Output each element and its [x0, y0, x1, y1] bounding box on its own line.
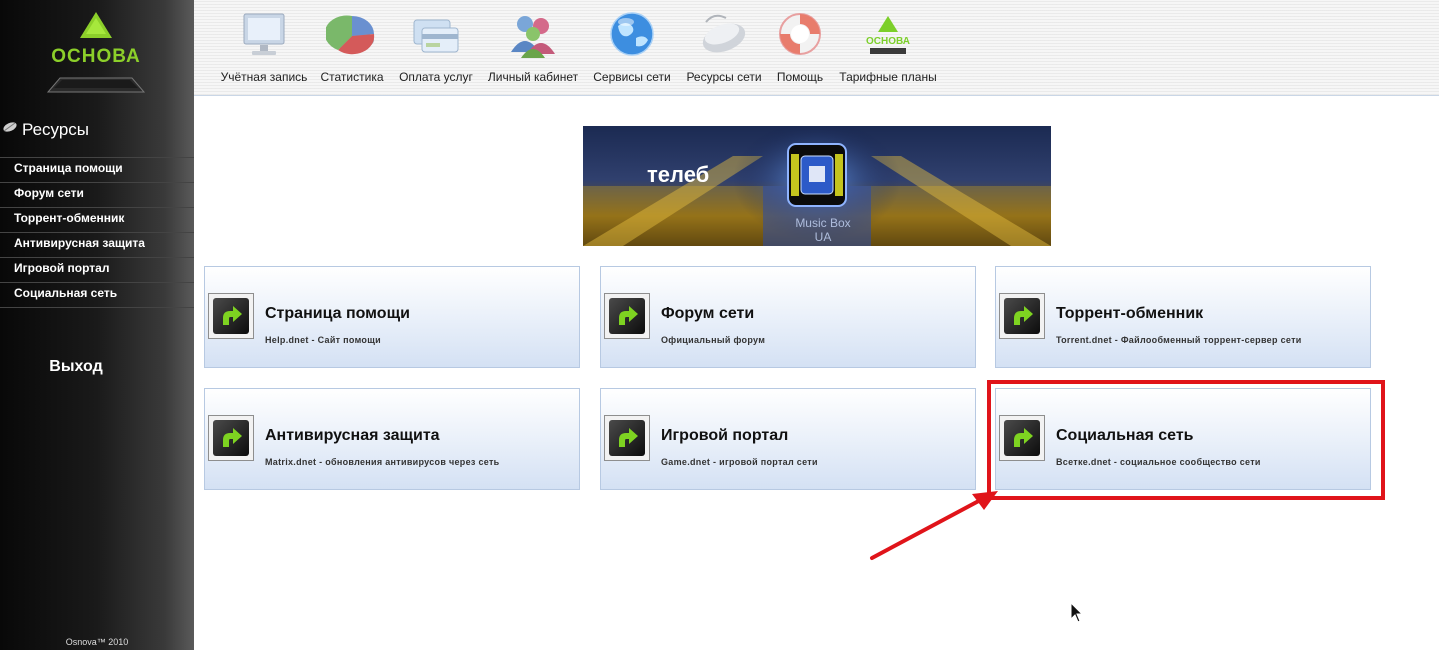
credit-cards-icon: [410, 8, 462, 60]
card-description: Matrix.dnet - обновления антивирусов чер…: [265, 457, 500, 467]
shortcut-arrow-icon: [604, 415, 650, 461]
nav-services[interactable]: Сервисы сети: [590, 8, 674, 90]
nav-statistics[interactable]: Статистика: [318, 8, 386, 90]
card-title: Форум сети: [661, 305, 755, 322]
card-description: Официальный форум: [661, 335, 766, 345]
sidebar-item-help-page[interactable]: Страница помощи: [0, 158, 194, 183]
card-forum[interactable]: Форум сети Официальный форум: [600, 266, 976, 368]
nav-cabinet-label: Личный кабинет: [487, 70, 579, 84]
osnova-logo[interactable]: ОСНОВА: [40, 10, 152, 94]
shortcut-arrow-icon: [604, 293, 650, 339]
banner-text: телеб: [647, 162, 710, 187]
card-description: Game.dnet - игровой портал сети: [661, 457, 818, 467]
card-description: Help.dnet - Сайт помощи: [265, 335, 381, 345]
banner-subtext: Music Box UA: [788, 216, 858, 244]
card-title: Торрент-обменник: [1056, 305, 1204, 322]
sidebar-section-title: Ресурсы: [2, 118, 89, 140]
card-title: Антивирусная защита: [265, 427, 440, 444]
lifebuoy-icon: [774, 8, 826, 60]
nav-account-label: Учётная запись: [220, 70, 308, 84]
highlight-box: [987, 380, 1385, 500]
globe-icon: [606, 8, 658, 60]
nav-services-label: Сервисы сети: [593, 70, 671, 84]
nav-help[interactable]: Помощь: [772, 8, 828, 90]
nav-help-label: Помощь: [776, 70, 824, 84]
nav-payment-label: Оплата услуг: [399, 70, 473, 84]
annotation-arrow-icon: [870, 491, 998, 560]
nav-tariffs[interactable]: ОСНОВА Тарифные планы: [836, 8, 940, 90]
shortcut-arrow-icon: [999, 293, 1045, 339]
banner-subtext-line1: Music Box: [795, 216, 851, 230]
sidebar-item-torrent[interactable]: Торрент-обменник: [0, 208, 194, 233]
sidebar-menu: Страница помощи Форум сети Торрент-обмен…: [0, 157, 194, 308]
nav-account[interactable]: Учётная запись: [216, 8, 312, 90]
nav-payment[interactable]: Оплата услуг: [394, 8, 478, 90]
shortcut-arrow-icon: [208, 415, 254, 461]
top-nav: Учётная запись Статистика Оплата услуг Л…: [194, 0, 1439, 96]
mouse-icon: [698, 8, 750, 60]
nav-cabinet[interactable]: Личный кабинет: [484, 8, 582, 90]
monitor-icon: [238, 8, 290, 60]
promo-banner[interactable]: телеб Music Box UA: [583, 126, 1051, 246]
copyright: Osnova™ 2010: [65, 637, 129, 647]
pie-chart-icon: [324, 8, 378, 60]
osnova-logo-icon: ОСНОВА: [862, 8, 914, 60]
nav-statistics-label: Статистика: [320, 70, 384, 84]
svg-text:ОСНОВА: ОСНОВА: [866, 36, 910, 47]
card-game-portal[interactable]: Игровой портал Game.dnet - игровой порта…: [600, 388, 976, 490]
sidebar-item-forum[interactable]: Форум сети: [0, 183, 194, 208]
nav-tariffs-label: Тарифные планы: [839, 70, 937, 84]
logout-link[interactable]: Выход: [0, 358, 152, 376]
shortcut-arrow-icon: [208, 293, 254, 339]
card-antivirus[interactable]: Антивирусная защита Matrix.dnet - обновл…: [204, 388, 580, 490]
sidebar-section-label: Ресурсы: [22, 120, 90, 139]
card-help-page[interactable]: Страница помощи Help.dnet - Сайт помощи: [204, 266, 580, 368]
card-torrent[interactable]: Торрент-обменник Torrent.dnet - Файлообм…: [995, 266, 1371, 368]
nav-resources-label: Ресурсы сети: [686, 70, 762, 84]
sidebar-item-social-network[interactable]: Социальная сеть: [0, 283, 194, 308]
svg-text:ОСНОВА: ОСНОВА: [51, 46, 141, 67]
leaf-icon: [2, 118, 18, 132]
card-title: Страница помощи: [265, 305, 410, 322]
users-icon: [507, 8, 559, 60]
banner-subtext-line2: UA: [814, 230, 832, 244]
card-title: Игровой портал: [661, 427, 789, 444]
nav-resources[interactable]: Ресурсы сети: [684, 8, 764, 90]
card-description: Torrent.dnet - Файлообменный торрент-сер…: [1056, 335, 1302, 345]
sidebar-item-game-portal[interactable]: Игровой портал: [0, 258, 194, 283]
sidebar-item-antivirus[interactable]: Антивирусная защита: [0, 233, 194, 258]
mouse-cursor-icon: [1070, 602, 1084, 623]
sidebar: ОСНОВА Ресурсы Страница помощи Форум сет…: [0, 0, 194, 650]
